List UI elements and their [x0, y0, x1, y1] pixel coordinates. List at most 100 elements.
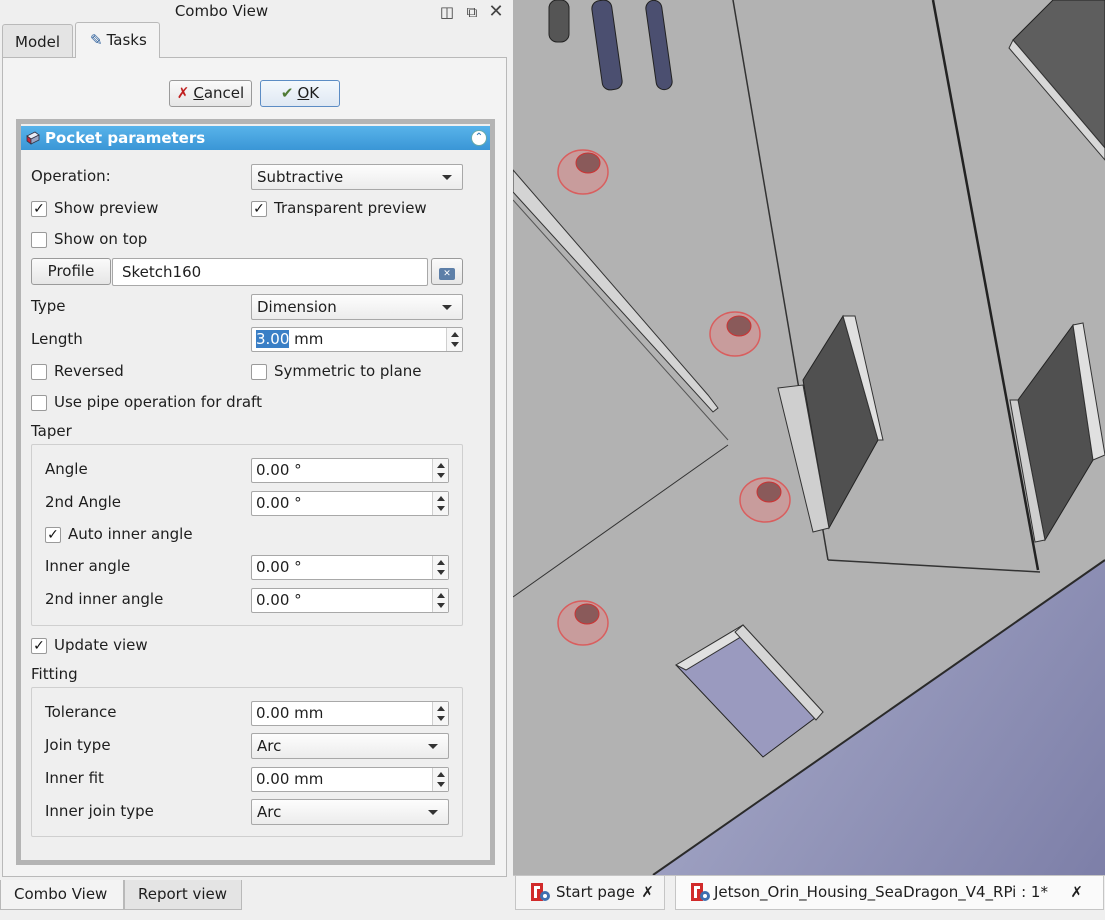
show-preview-checkbox[interactable]: ✓	[31, 201, 47, 217]
inner-angle-input[interactable]: 0.00 °	[251, 555, 449, 580]
chevron-down-icon	[428, 744, 438, 749]
tab-tasks[interactable]: ✎ Tasks	[75, 22, 160, 58]
inner-fit-value: 0.00 mm	[256, 770, 324, 788]
symmetric-checkbox[interactable]	[251, 364, 267, 380]
chevron-down-icon	[428, 810, 438, 815]
pocket-header: Pocket parameters ⌃	[21, 126, 490, 150]
inner-join-combo[interactable]: Arc	[251, 799, 449, 825]
ok-mnemonic: O	[297, 84, 310, 102]
transparent-preview-checkbox[interactable]: ✓	[251, 201, 267, 217]
length-label: Length	[31, 330, 83, 348]
inner-fit-label: Inner fit	[45, 769, 104, 787]
auto-inner-label: Auto inner angle	[68, 525, 193, 543]
pocket-parameters-panel: Pocket parameters ⌃ Operation: Subtracti…	[16, 119, 495, 865]
pipe-draft-label: Use pipe operation for draft	[54, 393, 262, 411]
inner-angle-value: 0.00 °	[256, 558, 302, 576]
tab-document-label: Jetson_Orin_Housing_SeaDragon_V4_RPi : 1…	[714, 883, 1048, 901]
inner-angle2-input[interactable]: 0.00 °	[251, 588, 449, 613]
cancel-button[interactable]: ✗ Cancel	[169, 80, 252, 107]
update-view-checkbox[interactable]: ✓	[31, 638, 47, 654]
tolerance-spinner[interactable]	[432, 702, 448, 725]
transparent-preview-label: Transparent preview	[274, 199, 427, 217]
type-combo[interactable]: Dimension	[251, 294, 463, 320]
angle-input[interactable]: 0.00 °	[251, 458, 449, 483]
tolerance-label: Tolerance	[45, 703, 117, 721]
inner-join-label: Inner join type	[45, 802, 154, 820]
clear-icon: ✕	[439, 268, 455, 280]
inner-angle2-value: 0.00 °	[256, 591, 302, 609]
tab-model[interactable]: Model	[2, 24, 74, 58]
pencil-icon: ✎	[90, 31, 103, 49]
chevron-down-icon	[442, 175, 452, 180]
join-type-label: Join type	[45, 736, 111, 754]
tab-report-view[interactable]: Report view	[124, 880, 242, 910]
cancel-label: ancel	[203, 84, 245, 102]
angle2-label: 2nd Angle	[45, 493, 122, 511]
hole-highlight-1	[557, 149, 609, 195]
3d-viewport[interactable]	[513, 0, 1105, 875]
close-icon[interactable]: ✗	[1070, 876, 1083, 908]
length-number: 3.00	[256, 330, 290, 348]
angle2-input[interactable]: 0.00 °	[251, 491, 449, 516]
tab-document[interactable]: Jetson_Orin_Housing_SeaDragon_V4_RPi : 1…	[675, 876, 1104, 910]
inner-fit-spinner[interactable]	[432, 768, 448, 791]
tolerance-input[interactable]: 0.00 mm	[251, 701, 449, 726]
inner-angle-spinner[interactable]	[432, 556, 448, 579]
angle-spinner[interactable]	[432, 459, 448, 482]
cancel-icon: ✗	[176, 84, 190, 102]
update-view-label: Update view	[54, 636, 148, 654]
tab-report-view-label: Report view	[138, 885, 228, 903]
profile-field[interactable]: Sketch160	[112, 258, 428, 286]
inner-join-value: Arc	[257, 803, 282, 821]
freecad-icon	[531, 883, 550, 901]
profile-button[interactable]: Profile	[31, 258, 111, 285]
document-tabs: Start page ✗ Jetson_Orin_Housing_SeaDrag…	[513, 875, 1105, 920]
task-frame: ✗ Cancel ✔ OK Pocket parameters ⌃ Operatio…	[2, 57, 507, 877]
show-on-top-label: Show on top	[54, 230, 148, 248]
tolerance-value: 0.00 mm	[256, 704, 324, 722]
hole-highlight-4	[557, 600, 609, 646]
ok-label: K	[309, 84, 320, 102]
taper-group: Angle 0.00 ° 2nd Angle 0.00 ° ✓ Auto inn…	[31, 444, 463, 626]
symmetric-label: Symmetric to plane	[274, 362, 422, 380]
reversed-label: Reversed	[54, 362, 124, 380]
taper-title: Taper	[31, 422, 72, 440]
freecad-icon	[691, 883, 710, 901]
restore-icon[interactable]: ⧉	[462, 2, 482, 22]
ok-button[interactable]: ✔ OK	[260, 80, 340, 107]
collapse-icon[interactable]: ⌃	[471, 130, 487, 146]
close-icon[interactable]: ✕	[486, 2, 506, 22]
pipe-draft-checkbox[interactable]	[31, 395, 47, 411]
hole-highlight-2	[709, 311, 761, 357]
fitting-group: Tolerance 0.00 mm Join type Arc Inner fi…	[31, 687, 463, 837]
pocket-icon	[26, 131, 40, 145]
chevron-down-icon	[442, 305, 452, 310]
reversed-checkbox[interactable]	[31, 364, 47, 380]
ok-icon: ✔	[280, 84, 294, 102]
operation-label: Operation:	[31, 167, 111, 185]
clear-profile-button[interactable]: ✕	[431, 258, 463, 285]
inner-angle-label: Inner angle	[45, 557, 131, 575]
float-icon[interactable]: ◫	[437, 2, 457, 22]
angle2-spinner[interactable]	[432, 492, 448, 515]
operation-combo[interactable]: Subtractive	[251, 164, 463, 190]
length-input[interactable]: 3.00 mm	[251, 327, 463, 352]
length-unit: mm	[289, 330, 324, 348]
angle-value: 0.00 °	[256, 461, 302, 479]
operation-value: Subtractive	[257, 168, 344, 186]
tab-start-page-label: Start page	[556, 883, 635, 901]
tab-start-page[interactable]: Start page ✗	[515, 876, 665, 910]
show-on-top-checkbox[interactable]	[31, 232, 47, 248]
close-icon[interactable]: ✗	[641, 876, 654, 908]
length-spinner[interactable]	[446, 328, 462, 351]
cancel-mnemonic: C	[193, 84, 204, 102]
inner-angle2-spinner[interactable]	[432, 589, 448, 612]
tab-combo-view[interactable]: Combo View	[0, 880, 124, 910]
profile-value: Sketch160	[122, 263, 202, 281]
join-type-combo[interactable]: Arc	[251, 733, 449, 759]
model-view[interactable]	[513, 0, 1105, 875]
auto-inner-checkbox[interactable]: ✓	[45, 527, 61, 543]
tab-tasks-label: Tasks	[106, 31, 147, 49]
type-label: Type	[31, 297, 66, 315]
inner-fit-input[interactable]: 0.00 mm	[251, 767, 449, 792]
